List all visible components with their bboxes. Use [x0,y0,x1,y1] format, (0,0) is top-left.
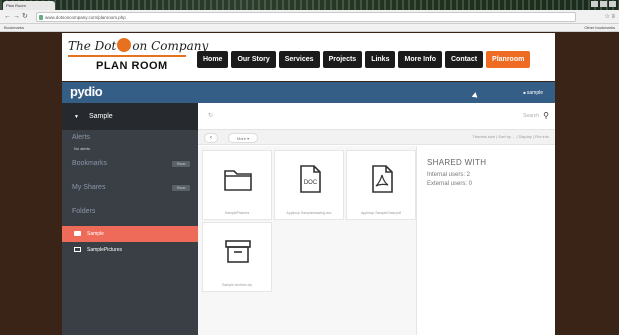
file-tile[interactable]: Appliocp SampleDraw.pdf [346,150,416,220]
shares-section[interactable]: My Shares Show [62,180,198,196]
browser-tab[interactable]: Plan Room [3,1,55,10]
info-panel: SHARED WITH Internal users: 2 External u… [416,146,555,335]
back-arrow-icon[interactable]: ← [4,13,11,21]
reload-icon[interactable]: ↻ [22,13,28,21]
folder-label: Sample [87,231,104,237]
alerts-section[interactable]: Alerts [62,130,198,146]
forward-arrow-icon[interactable]: → [13,13,20,21]
workspace-selector[interactable]: ▼ Sample [62,103,198,130]
file-name: Appliocp SampleDraw.pdf [360,211,402,215]
alerts-note: No alerts [74,146,91,151]
folder-item-samplepictures[interactable]: SamplePictures [62,242,198,258]
bookmarks-section[interactable]: Bookmarks Show [62,156,198,172]
sidebar: ▼ Sample Alerts No alerts Bookmarks Show … [62,103,198,335]
refresh-icon[interactable]: ↻ [208,112,213,119]
caret-down-icon: ▼ [74,114,79,120]
folder-icon [224,170,252,191]
other-bookmarks-link[interactable]: Other bookmarks [584,25,615,30]
browser-tab-bar: Plan Room [0,0,619,10]
doc-file-icon: DOC [300,165,321,193]
nav-more-info[interactable]: More Info [398,51,442,68]
folders-heading: Folders [72,208,96,215]
action-bar: ‹ More ▾ Thumbs size | Sort by ... | Dis… [198,130,555,145]
pdf-file-icon [372,165,393,193]
file-tile[interactable]: SamplePictures [202,150,272,220]
tab-title: Plan Room [6,3,26,8]
more-label: More [236,136,246,141]
file-grid: SamplePictures DOC Appliocp Sampledrawin… [198,146,416,335]
main-panel: ↻ Search ⚲ ‹ More ▾ Thumbs size | Sort b… [198,103,555,335]
nav-home[interactable]: Home [197,51,229,68]
nav-links[interactable]: Links [365,51,396,68]
workspace-name: Sample [88,113,113,120]
file-name: Sample Archive.zip [222,283,252,287]
view-options[interactable]: Thumbs size | Sort by ... | Display | Fi… [472,134,549,139]
bookmarks-label: Bookmarks [72,160,108,167]
browser-toolbar: ← → ↻ www.dotsoncompany.com/planroom.php… [0,10,619,24]
shares-show-button[interactable]: Show [172,185,190,191]
folder-item-sample[interactable]: Sample [62,226,198,242]
address-bar[interactable]: www.dotsoncompany.com/planroom.php [36,12,576,22]
folder-icon [74,247,81,252]
bookmarks-link[interactable]: Bookmarks [4,25,24,30]
file-tile[interactable]: Sample Archive.zip [202,222,272,292]
back-button[interactable]: ‹ [204,133,218,143]
file-tile[interactable]: DOC Appliocp Sampledrawing.doc [274,150,344,220]
info-title: SHARED WITH [427,158,487,167]
minimize-icon[interactable] [591,1,598,7]
url-text: www.dotsoncompany.com/planroom.php [45,15,126,20]
nav-contact[interactable]: Contact [444,51,484,68]
search-row: ↻ Search ⚲ [198,103,555,130]
logo-subtitle: PLAN ROOM [96,60,168,72]
browser-menu-icon[interactable]: ☆ ≡ [604,13,615,20]
file-name: SamplePictures [224,211,250,215]
close-icon[interactable] [609,1,616,7]
pydio-app: pydio sample ▼ Sample Alerts No alerts Bo… [62,82,555,335]
internal-users: Internal users: 2 [427,172,471,178]
logo-mark-icon [117,38,132,52]
bookmarks-show-button[interactable]: Show [172,161,190,167]
home-icon [74,231,81,236]
logo-script: The Dot on Company [68,38,208,53]
nav-our-story[interactable]: Our Story [231,51,276,68]
logo-underline [68,55,186,57]
bookmarks-bar: Bookmarks Other bookmarks [0,24,619,32]
company-logo[interactable]: The Dot on Company PLAN ROOM [66,38,208,77]
nav-planroom[interactable]: Planroom [486,51,531,68]
more-button[interactable]: More ▾ [228,133,258,143]
page-icon [39,15,43,20]
search-icon[interactable]: ⚲ [543,111,549,120]
pydio-logo[interactable]: pydio [70,84,103,99]
shares-label: My Shares [72,184,106,191]
maximize-icon[interactable] [600,1,607,7]
site-header: The Dot on Company PLAN ROOM Home Our Sto… [62,33,555,81]
search-input[interactable]: Search [523,113,539,119]
folder-label: SamplePictures [87,247,123,253]
app-header: pydio sample [62,82,555,103]
svg-text:DOC: DOC [304,180,318,186]
external-users: External users: 0 [427,181,473,187]
main-nav: Home Our Story Services Projects Links M… [197,51,531,68]
user-menu[interactable]: sample [523,90,543,96]
file-name: Appliocp Sampledrawing.doc [286,211,332,215]
nav-services[interactable]: Services [278,51,320,68]
logo-text-start: The Dot [68,39,117,53]
nav-projects[interactable]: Projects [322,51,363,68]
window-controls [591,1,616,7]
archive-icon [225,240,251,263]
